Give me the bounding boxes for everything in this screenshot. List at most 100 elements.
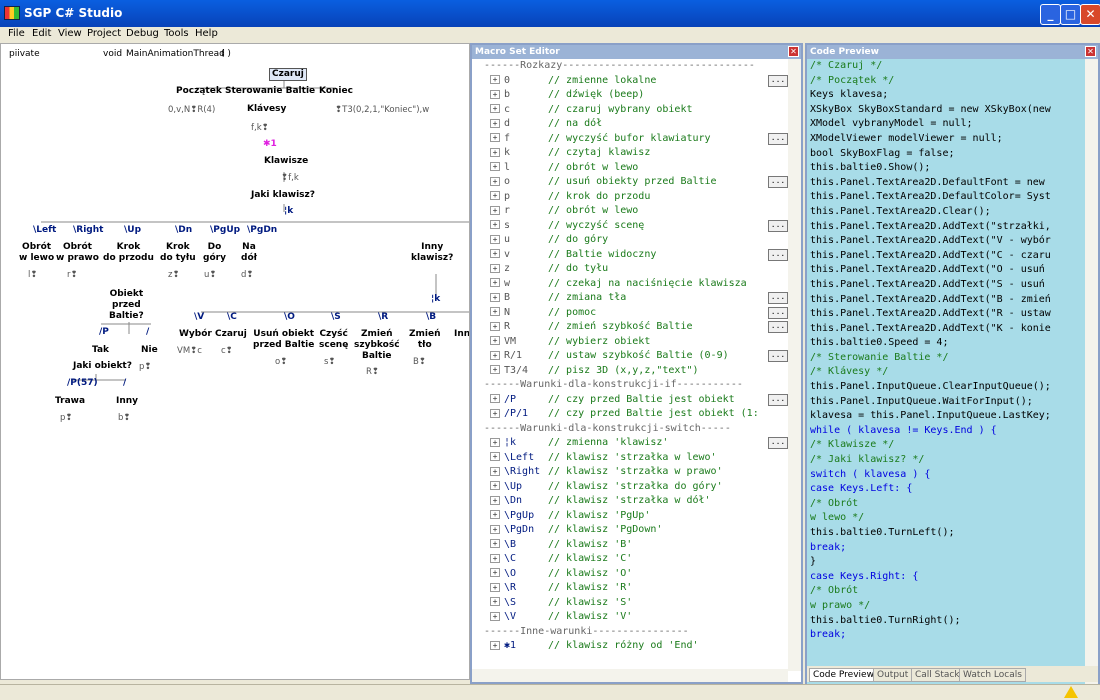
expand-icon[interactable]: + [490,408,500,418]
diagram-node-c-dn[interactable]: \Dn [175,225,192,236]
macro-row[interactable]: + B // zmiana tła... [472,291,788,306]
diagram-node-c-left[interactable]: \Left [33,225,56,236]
diagram-node-g-l[interactable]: l❢ [28,270,37,281]
method-name[interactable]: MainAnimationThread [126,49,225,59]
diagram-node-a-na-dol[interactable]: Na dół [241,242,257,264]
expand-icon[interactable]: + [490,147,500,157]
expand-icon[interactable]: + [490,205,500,215]
menu-file[interactable]: File [8,28,25,39]
macro-row[interactable]: + R // zmień szybkość Baltie... [472,320,788,335]
diagram-node-m1[interactable]: ✱1 [263,139,277,150]
diagram-node-klavesy[interactable]: Klávesy [247,104,286,115]
method-type[interactable]: void [103,49,122,59]
expand-icon[interactable]: + [490,495,500,505]
diagram-node-g-R[interactable]: R❢ [366,367,379,378]
macro-row[interactable]: + \Right // klawisz 'strzałka w prawo' [472,465,788,480]
expand-icon[interactable]: + [490,350,500,360]
expand-icon[interactable]: + [490,336,500,345]
expand-icon[interactable]: + [490,568,500,577]
expand-icon[interactable]: + [490,278,500,287]
diagram-node-c-right[interactable]: \Right [73,225,103,236]
macro-edit-button[interactable]: ... [768,306,788,319]
diagram-node-g-poczatek[interactable]: 0,v,N❢R(4) [168,105,215,116]
expand-icon[interactable]: + [490,481,500,490]
macro-row[interactable]: + r // obrót w lewo [472,204,788,219]
expand-icon[interactable]: + [490,263,500,273]
diagram-node-g-fk2[interactable]: ❢f,k [281,173,299,184]
diagram-node-trawa[interactable]: Trawa [55,396,85,407]
macro-row[interactable]: + w // czekaj na naciśnięcie klawisza [472,277,788,292]
diagram-node-c-v[interactable]: \V [194,312,204,323]
method-visibility[interactable]: piivate [9,49,40,59]
diagram-node-c-slash[interactable]: / [146,327,149,338]
macro-edit-button[interactable]: ... [768,248,788,261]
diagram-node-g-B[interactable]: B❢ [413,357,426,368]
diagram-node-a-usun[interactable]: Usuń obiekt przed Baltie [253,329,314,351]
macro-row[interactable]: + T3/4 // pisz 3D (x,y,z,"text") [472,364,788,379]
macro-row[interactable]: + v // Baltie widoczny... [472,248,788,263]
diagram-node-c-s[interactable]: \S [331,312,341,323]
tab-call-stack[interactable]: Call Stack [911,668,964,682]
diagram-node-a-inn[interactable]: Inny [454,329,469,340]
macro-row[interactable]: + VM // wybierz obiekt [472,335,788,350]
macro-row[interactable]: + N // pomoc... [472,306,788,321]
diagram-node-jaki-klawisz[interactable]: Jaki klawisz? [251,190,315,201]
diagram-node-inny2[interactable]: Inny [116,396,138,407]
expand-icon[interactable]: + [490,582,500,592]
expand-icon[interactable]: + [490,75,500,84]
macro-row[interactable]: + u // do góry [472,233,788,248]
macro-row[interactable]: + d // na dół [472,117,788,132]
diagram-node-g-c[interactable]: c❢ [221,346,233,357]
expand-icon[interactable]: + [490,118,500,128]
diagram-node-g-o[interactable]: o❢ [275,357,287,368]
macro-list[interactable]: ------Rozkazy---------------------------… [472,59,788,671]
tab-watch-locals[interactable]: Watch Locals [959,668,1026,682]
expand-icon[interactable]: + [490,553,500,563]
expand-icon[interactable]: + [490,510,500,519]
expand-icon[interactable]: + [490,220,500,229]
diagram-node-nie[interactable]: Nie [141,345,158,356]
macro-row[interactable]: + \C // klawisz 'C' [472,552,788,567]
diagram-node-c-b[interactable]: \B [426,312,436,323]
diagram-node-a-do-gory[interactable]: Do góry [203,242,226,264]
macro-row[interactable]: +0 // zmienne lokalne... [472,74,788,89]
macro-row[interactable]: + R/1 // ustaw szybkość Baltie (0-9)... [472,349,788,364]
expand-icon[interactable]: + [490,89,500,99]
diagram-node-g-u[interactable]: u❢ [204,270,217,281]
macro-row[interactable]: + k // czytaj klawisz [472,146,788,161]
macro-edit-button[interactable]: ... [768,74,788,87]
diagram-node-k-var2[interactable]: ¦k [431,294,440,305]
macro-row[interactable]: + \Up // klawisz 'strzałka do góry' [472,480,788,495]
macro-row[interactable]: + p // krok do przodu [472,190,788,205]
expand-icon[interactable]: + [490,234,500,244]
diagram-node-poczatek[interactable]: Początek [176,86,222,97]
diagram-node-czaruj[interactable]: Czaruj [269,68,307,81]
macro-section-header[interactable]: ------Inne-warunki---------------- [472,625,788,640]
macro-row[interactable]: + ¦k // zmienna 'klawisz'... [472,436,788,451]
macro-section-header[interactable]: ------Warunki-dla-konstrukcji-switch----… [472,422,788,437]
diagram-node-a-wybor[interactable]: Wybór [179,329,212,340]
macro-section-header[interactable]: ------Warunki-dla-konstrukcji-if--------… [472,378,788,393]
diagram-node-obiekt-q[interactable]: Obiekt przed Baltie? [109,289,144,322]
expand-icon[interactable]: + [490,104,500,113]
expand-icon[interactable]: + [490,539,500,548]
method-params[interactable]: ( ) [221,49,231,59]
diagram-node-g-koniec[interactable]: ❢T3(0,2,1,"Koniec"),w [335,105,429,116]
menu-help[interactable]: Help [195,28,218,39]
macro-row[interactable]: + \S // klawisz 'S' [472,596,788,611]
expand-icon[interactable]: + [490,452,500,461]
menu-edit[interactable]: Edit [32,28,51,39]
macro-row[interactable]: + \PgUp // klawisz 'PgUp' [472,509,788,524]
diagram-node-a-zmien-s[interactable]: Zmień szybkość Baltie [354,329,400,362]
macro-row[interactable]: + o // usuń obiekty przed Baltie... [472,175,788,190]
diagram-node-g-vm[interactable]: VM❢c [177,346,202,357]
diagram-node-c-c[interactable]: \C [227,312,237,323]
menu-tools[interactable]: Tools [164,28,189,39]
expand-icon[interactable]: + [490,292,500,302]
macro-row[interactable]: + b // dźwięk (beep) [472,88,788,103]
macro-row[interactable]: + \O // klawisz 'O' [472,567,788,582]
tab-code-preview[interactable]: Code Preview [809,668,878,682]
macro-editor-close-button[interactable]: ✕ [788,46,799,57]
macro-section-header[interactable]: ------Rozkazy---------------------------… [472,59,788,74]
macro-edit-button[interactable]: ... [768,393,788,406]
